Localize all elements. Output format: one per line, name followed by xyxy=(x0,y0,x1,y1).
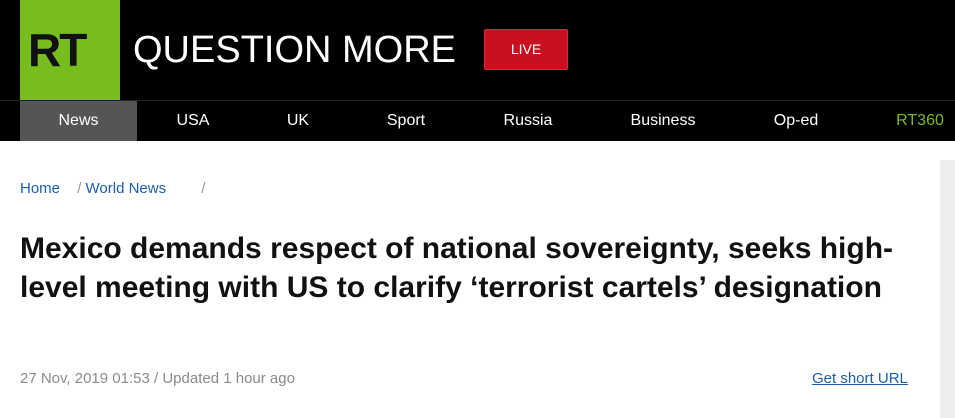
article-date: 27 Nov, 2019 01:53 xyxy=(20,370,150,387)
page-scrollbar[interactable] xyxy=(940,160,955,418)
nav-item-business[interactable]: Business xyxy=(618,101,708,141)
get-short-url-link[interactable]: Get short URL xyxy=(812,370,908,388)
breadcrumb-world-news[interactable]: World News xyxy=(86,180,167,197)
live-button[interactable]: LIVE xyxy=(484,29,568,70)
nav-item-op-ed[interactable]: Op-ed xyxy=(756,101,836,141)
article-meta: 27 Nov, 2019 01:53 / Updated 1 hour ago xyxy=(20,370,295,388)
article-updated: / Updated 1 hour ago xyxy=(154,370,295,387)
nav-item-usa[interactable]: USA xyxy=(153,101,233,141)
site-header: RT QUESTION MORE LIVE xyxy=(0,0,955,100)
nav-item-uk[interactable]: UK xyxy=(268,101,328,141)
breadcrumb-home[interactable]: Home xyxy=(20,180,60,197)
article-headline: Mexico demands respect of national sover… xyxy=(20,232,894,304)
nav-item-rt360[interactable]: RT360 xyxy=(885,101,955,141)
rt-logo[interactable]: RT xyxy=(20,0,120,100)
nav-item-sport[interactable]: Sport xyxy=(371,101,441,141)
breadcrumb: Home / World News / xyxy=(20,180,205,198)
breadcrumb-separator: / xyxy=(201,180,206,197)
site-tagline: QUESTION MORE xyxy=(133,29,457,71)
nav-item-russia[interactable]: Russia xyxy=(488,101,568,141)
breadcrumb-separator: / xyxy=(77,180,82,197)
main-nav: News USA UK Sport Russia Business Op-ed … xyxy=(0,100,955,141)
logo-text: RT xyxy=(28,24,87,76)
nav-item-news[interactable]: News xyxy=(20,101,137,141)
